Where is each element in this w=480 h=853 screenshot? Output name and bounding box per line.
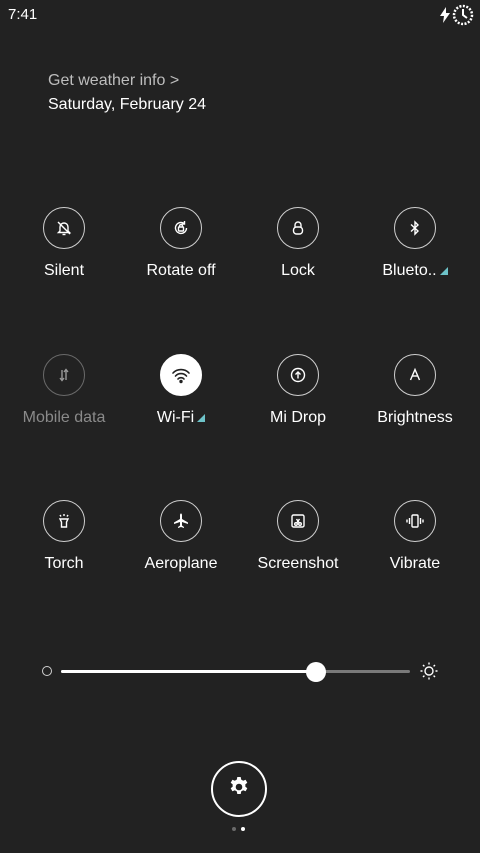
auto-brightness-icon	[394, 354, 436, 396]
brightness-low-icon	[42, 666, 52, 676]
toggle-label: Wi-Fi	[156, 409, 195, 426]
page-indicator	[232, 827, 245, 831]
toggle-bluetooth[interactable]: Blueto..	[355, 207, 475, 280]
toggle-label-row: Wi-Fi	[121, 409, 241, 427]
toggle-label: Aeroplane	[144, 555, 218, 572]
brightness-slider-thumb[interactable]	[305, 661, 326, 682]
toggle-label: Brightness	[377, 409, 453, 426]
toggle-label: Vibrate	[389, 555, 441, 572]
page-dot-active	[241, 827, 245, 831]
toggle-lock[interactable]: Lock	[238, 207, 358, 280]
toggle-wifi[interactable]: Wi-Fi	[121, 354, 241, 427]
status-icons	[440, 4, 474, 26]
gear-icon	[227, 775, 251, 804]
brightness-slider[interactable]	[61, 661, 410, 682]
toggle-label: Lock	[281, 262, 315, 279]
charging-bolt-icon	[440, 7, 450, 23]
toggle-mobile-data[interactable]: Mobile data	[4, 354, 124, 427]
toggle-label: Screenshot	[257, 555, 339, 572]
mi-drop-icon	[277, 354, 319, 396]
bell-off-icon	[43, 207, 85, 249]
status-time: 7:41	[8, 6, 38, 23]
brightness-high-icon	[420, 662, 438, 685]
toggle-mi-drop[interactable]: Mi Drop	[238, 354, 358, 427]
airplane-icon	[160, 500, 202, 542]
lock-icon	[277, 207, 319, 249]
status-bar: 7:41	[0, 0, 480, 28]
toggle-vibrate[interactable]: Vibrate	[355, 500, 475, 573]
toggle-label: Silent	[43, 262, 85, 279]
toggle-screenshot[interactable]: Screenshot	[238, 500, 358, 573]
toggle-label-row: Blueto..	[355, 262, 475, 280]
toggle-label: Rotate off	[146, 262, 216, 279]
toggle-label: Torch	[44, 555, 84, 572]
toggle-label: Blueto..	[382, 262, 437, 279]
weather-info-link[interactable]: Get weather info >	[48, 72, 206, 90]
toggle-silent[interactable]: Silent	[4, 207, 124, 280]
bluetooth-icon	[394, 207, 436, 249]
rotate-lock-icon	[160, 207, 202, 249]
vibrate-icon	[394, 500, 436, 542]
toggle-label: Mobile data	[22, 409, 106, 426]
toggle-brightness[interactable]: Brightness	[355, 354, 475, 427]
torch-icon	[43, 500, 85, 542]
brightness-slider-row	[0, 655, 480, 687]
screenshot-icon	[277, 500, 319, 542]
weather-header: Get weather info > Saturday, February 24	[48, 72, 206, 114]
date-label: Saturday, February 24	[48, 96, 207, 113]
settings-button[interactable]	[211, 761, 267, 817]
toggle-label: Mi Drop	[269, 409, 326, 426]
toggle-rotate[interactable]: Rotate off	[121, 207, 241, 280]
toggle-torch[interactable]: Torch	[4, 500, 124, 573]
brightness-slider-fill	[61, 670, 316, 673]
more-options-indicator	[439, 267, 448, 275]
data-arrows-icon	[43, 354, 85, 396]
battery-ring-icon	[452, 4, 474, 26]
wifi-icon	[160, 354, 202, 396]
toggle-aeroplane[interactable]: Aeroplane	[121, 500, 241, 573]
page-dot	[232, 827, 236, 831]
more-options-indicator	[197, 414, 206, 422]
